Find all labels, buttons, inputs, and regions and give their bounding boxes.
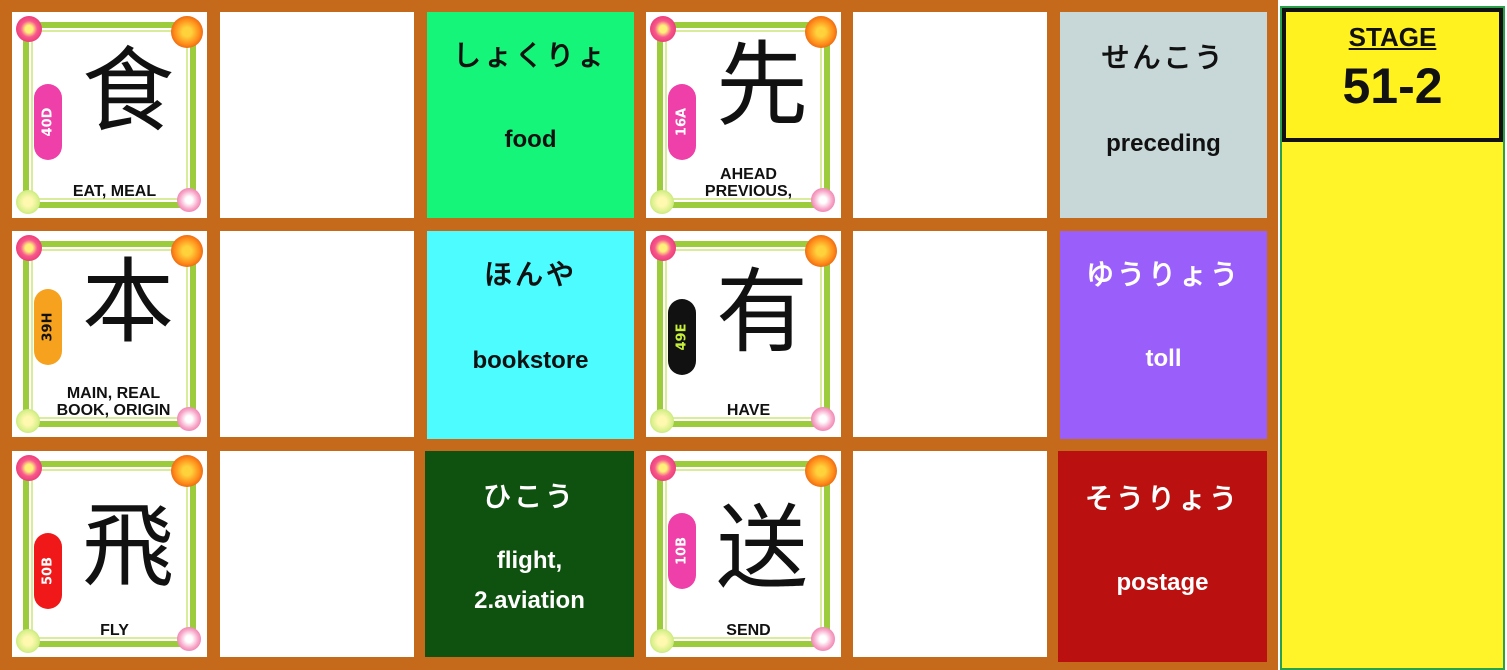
- kanji-code-badge: 39H: [34, 289, 62, 365]
- stage-number: 51-2: [1342, 58, 1443, 114]
- flower-icon: [650, 190, 674, 214]
- kanji-meaning: MAIN, REAL BOOK, ORIGIN: [56, 385, 171, 419]
- flower-icon: [650, 409, 674, 433]
- empty-slot[interactable]: [220, 451, 414, 657]
- kanji-meaning: SEND: [726, 622, 771, 639]
- stage-indicator: STAGE 51-2: [1282, 8, 1503, 142]
- flower-icon: [16, 235, 42, 261]
- kanji-character: 送: [715, 495, 808, 602]
- game-board: 40D 食 EAT, MEAL しょくりょ food 16A 先 AHEAD P…: [0, 0, 1278, 670]
- kanji-card[interactable]: 39H 本 MAIN, REAL BOOK, ORIGIN: [12, 231, 207, 437]
- empty-slot[interactable]: [853, 451, 1047, 657]
- word-reading: しょくりょ: [452, 39, 608, 72]
- word-translation: preceding: [1106, 130, 1221, 157]
- kanji-character: 本: [81, 249, 174, 356]
- word-tile[interactable]: しょくりょ food: [427, 12, 634, 218]
- word-tile[interactable]: せんこう preceding: [1060, 12, 1267, 218]
- word-tile[interactable]: ゆうりょう toll: [1060, 231, 1267, 439]
- kanji-card[interactable]: 49E 有 HAVE: [646, 231, 841, 437]
- kanji-meaning: AHEAD PREVIOUS,: [704, 166, 793, 200]
- flower-icon: [16, 455, 42, 481]
- flower-icon: [16, 629, 40, 653]
- kanji-card[interactable]: 50B 飛 FLY: [12, 451, 207, 657]
- flower-icon: [16, 16, 42, 42]
- kanji-meaning: FLY: [100, 622, 129, 639]
- empty-slot[interactable]: [853, 12, 1047, 218]
- flower-icon: [650, 235, 676, 261]
- kanji-code-badge: 40D: [34, 84, 62, 160]
- kanji-card[interactable]: 16A 先 AHEAD PREVIOUS,: [646, 12, 841, 218]
- word-translation: postage: [1116, 569, 1209, 596]
- word-translation: toll: [1145, 345, 1182, 372]
- empty-slot[interactable]: [853, 231, 1047, 437]
- kanji-code-badge: 16A: [668, 84, 696, 160]
- kanji-code-badge: 49E: [668, 299, 696, 375]
- kanji-character: 先: [715, 32, 808, 139]
- kanji-character: 飛: [81, 493, 174, 600]
- word-reading: ほんや: [483, 258, 577, 291]
- flower-icon: [650, 16, 676, 42]
- stage-label: STAGE: [1348, 22, 1437, 52]
- kanji-meaning: EAT, MEAL: [72, 183, 157, 200]
- word-reading: ゆうりょう: [1085, 258, 1241, 291]
- word-tile[interactable]: そうりょう postage: [1058, 451, 1267, 662]
- kanji-meaning: HAVE: [726, 402, 771, 419]
- word-reading: そうりょう: [1084, 482, 1240, 515]
- kanji-character: 食: [81, 38, 174, 145]
- kanji-card[interactable]: 40D 食 EAT, MEAL: [12, 12, 207, 218]
- word-reading: せんこう: [1101, 41, 1226, 74]
- empty-slot[interactable]: [220, 231, 414, 437]
- flower-icon: [650, 455, 676, 481]
- flower-icon: [805, 455, 837, 487]
- kanji-code-badge: 10B: [668, 513, 696, 589]
- word-translation: food: [504, 126, 557, 153]
- word-reading: ひこう: [482, 480, 576, 513]
- kanji-code-badge: 50B: [34, 533, 62, 609]
- word-translation: flight, 2.aviation: [474, 547, 585, 614]
- stage-panel: STAGE 51-2: [1280, 6, 1505, 670]
- kanji-character: 有: [715, 259, 808, 366]
- flower-icon: [650, 629, 674, 653]
- flower-icon: [171, 455, 203, 487]
- kanji-card[interactable]: 10B 送 SEND: [646, 451, 841, 657]
- word-tile[interactable]: ひこう flight, 2.aviation: [425, 451, 634, 657]
- word-translation: bookstore: [472, 347, 589, 374]
- empty-slot[interactable]: [220, 12, 414, 218]
- word-tile[interactable]: ほんや bookstore: [427, 231, 634, 439]
- flower-icon: [16, 190, 40, 214]
